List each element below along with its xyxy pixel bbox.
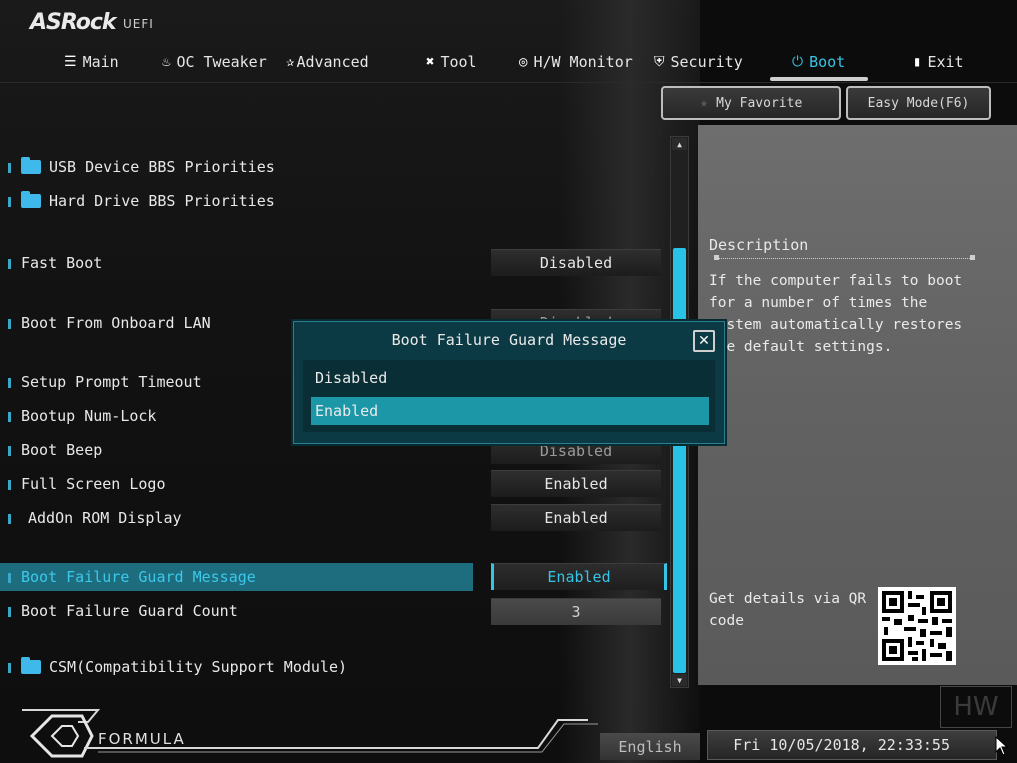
setting-label: Full Screen Logo <box>21 475 166 493</box>
tab-main[interactable]: ☰ Main <box>64 48 119 76</box>
setting-label: USB Device BBS Priorities <box>49 158 275 176</box>
bullet-marker <box>8 607 11 617</box>
bullet-marker <box>8 514 11 524</box>
star-icon: ★ <box>699 95 709 111</box>
active-tab-indicator <box>770 77 868 81</box>
qr-caption: Get details via QR code <box>709 591 867 629</box>
tools-icon: ✖ <box>426 54 435 70</box>
formula-text: FORMULA <box>98 730 186 748</box>
boot-failure-guard-count-value[interactable]: 3 <box>491 598 661 625</box>
setting-label: CSM(Compatibility Support Module) <box>49 658 348 676</box>
setting-label: Bootup Num-Lock <box>21 407 157 425</box>
setting-csm[interactable]: CSM(Compatibility Support Module) <box>8 653 347 681</box>
bullet-marker <box>8 259 11 269</box>
tab-hw-monitor-label: H/W Monitor <box>533 53 633 71</box>
header-divider <box>0 82 1017 83</box>
tab-main-label: Main <box>82 53 119 71</box>
dialog-option-list: Disabled Enabled <box>303 360 715 432</box>
scroll-down-icon[interactable]: ▼ <box>672 674 687 686</box>
my-favorite-button[interactable]: ★ My Favorite <box>661 86 841 120</box>
setting-bootup-numlock[interactable]: Bootup Num-Lock <box>8 402 156 430</box>
easy-mode-label: Easy Mode(F6) <box>867 95 970 111</box>
close-icon[interactable]: ✕ <box>693 330 715 352</box>
language-button[interactable]: English <box>600 733 700 760</box>
setting-label: Boot Failure Guard Message <box>21 568 256 586</box>
setting-addon-rom-display[interactable]: AddOn ROM Display <box>8 504 182 532</box>
shield-icon: ⛨ <box>654 54 665 70</box>
setting-label: Boot Failure Guard Count <box>21 602 238 620</box>
tab-exit-label: Exit <box>927 53 964 71</box>
divider-dot <box>970 255 975 260</box>
qr-code <box>878 587 956 665</box>
folder-icon <box>21 657 41 674</box>
bullet-marker <box>8 319 11 329</box>
scroll-up-icon[interactable]: ▲ <box>672 138 687 150</box>
flame-icon: ♨ <box>162 54 171 70</box>
setting-boot-failure-guard-count[interactable]: Boot Failure Guard Count <box>8 597 238 625</box>
tab-oc-tweaker-label: OC Tweaker <box>176 53 267 71</box>
star-icon: ✰ <box>286 54 295 70</box>
bullet-marker <box>8 446 11 456</box>
full-screen-logo-value[interactable]: Enabled <box>491 470 661 497</box>
tab-boot[interactable]: ⏻ Boot <box>792 48 845 76</box>
exit-door-icon: ▮ <box>913 54 922 70</box>
description-text: If the computer fails to boot for a numb… <box>709 273 963 355</box>
dialog-title: Boot Failure Guard Message <box>391 331 627 349</box>
setting-label: Fast Boot <box>21 254 103 272</box>
tab-security-label: Security <box>670 53 743 71</box>
option-disabled[interactable]: Disabled <box>311 364 709 392</box>
setting-fast-boot[interactable]: Fast Boot <box>8 249 102 277</box>
top-nav: ☰ Main ♨ OC Tweaker ✰ Advanced ✖ Tool ◎ … <box>0 48 1017 78</box>
tab-exit[interactable]: ▮ Exit <box>913 48 964 76</box>
option-enabled[interactable]: Enabled <box>311 397 709 425</box>
setting-boot-failure-guard-message[interactable]: Boot Failure Guard Message <box>8 563 256 591</box>
setting-label: Hard Drive BBS Priorities <box>49 192 275 210</box>
folder-icon <box>21 191 41 208</box>
description-title: Description <box>709 236 809 254</box>
setting-label: Boot Beep <box>21 441 103 459</box>
list-icon: ☰ <box>64 54 77 70</box>
my-favorite-label: My Favorite <box>716 95 803 111</box>
bullet-marker <box>8 163 11 173</box>
mouse-pointer-icon <box>995 735 1009 760</box>
setting-boot-beep[interactable]: Boot Beep <box>8 436 102 464</box>
setting-label: AddOn ROM Display <box>28 509 182 527</box>
setting-label: Boot From Onboard LAN <box>21 314 211 332</box>
bullet-marker <box>8 197 11 207</box>
setting-usb-bbs-priorities[interactable]: USB Device BBS Priorities <box>8 153 275 181</box>
tab-advanced-label: Advanced <box>296 53 369 71</box>
scrollbar-thumb[interactable] <box>673 248 686 673</box>
setting-hdd-bbs-priorities[interactable]: Hard Drive BBS Priorities <box>8 187 275 215</box>
fast-boot-value[interactable]: Disabled <box>491 249 661 276</box>
boot-failure-guard-dialog: Boot Failure Guard Message ✕ Disabled En… <box>293 321 725 444</box>
addon-rom-display-value[interactable]: Enabled <box>491 504 661 531</box>
boot-failure-guard-message-value[interactable]: Enabled <box>491 563 667 590</box>
tab-security[interactable]: ⛨ Security <box>654 48 743 76</box>
bullet-marker <box>8 412 11 422</box>
tab-oc-tweaker[interactable]: ♨ OC Tweaker <box>162 48 267 76</box>
folder-icon <box>21 157 41 174</box>
tab-tool-label: Tool <box>440 53 477 71</box>
bullet-marker <box>8 378 11 388</box>
tab-hw-monitor[interactable]: ◎ H/W Monitor <box>519 48 633 76</box>
uefi-label: UEFI <box>123 17 154 31</box>
setting-setup-prompt-timeout[interactable]: Setup Prompt Timeout <box>8 368 202 396</box>
setting-full-screen-logo[interactable]: Full Screen Logo <box>8 470 166 498</box>
setting-label: Setup Prompt Timeout <box>21 373 202 391</box>
watermark-logo: HW <box>940 686 1012 728</box>
bullet-marker <box>8 573 11 583</box>
power-icon: ⏻ <box>792 54 804 70</box>
bullet-marker <box>8 480 11 490</box>
asrock-logo: ASRock <box>30 10 117 35</box>
description-divider <box>716 258 972 260</box>
monitor-icon: ◎ <box>519 54 528 70</box>
bullet-marker <box>8 663 11 673</box>
tab-boot-label: Boot <box>809 53 846 71</box>
setting-boot-from-lan[interactable]: Boot From Onboard LAN <box>8 309 211 337</box>
easy-mode-button[interactable]: Easy Mode(F6) <box>846 86 991 120</box>
tab-tool[interactable]: ✖ Tool <box>426 48 477 76</box>
tab-advanced[interactable]: ✰ Advanced <box>286 48 369 76</box>
date-time-display: Fri 10/05/2018, 22:33:55 <box>707 730 997 760</box>
